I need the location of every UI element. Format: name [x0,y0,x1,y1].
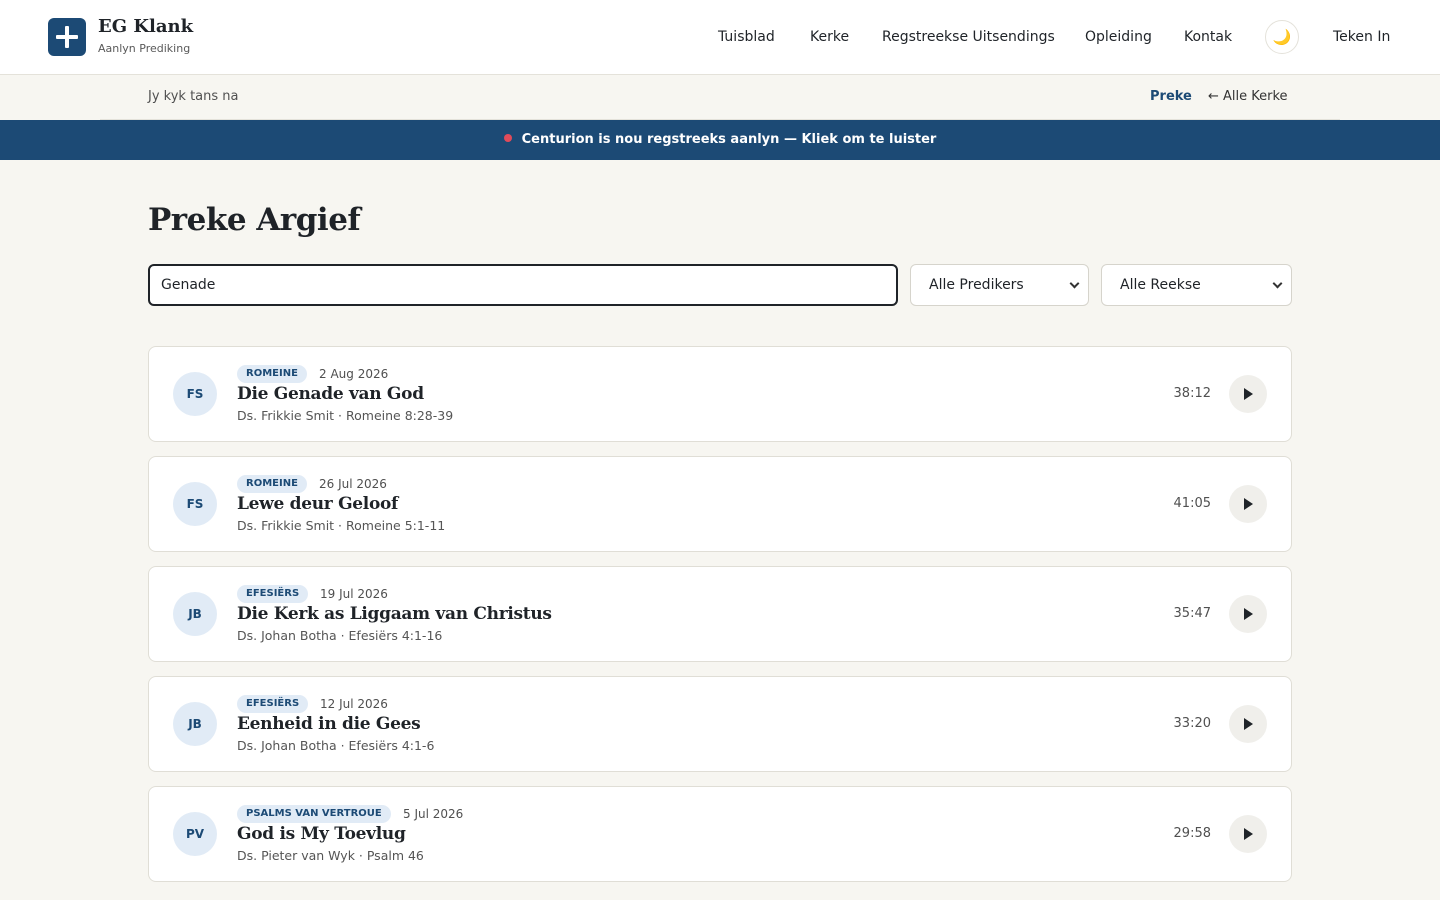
sermon-date: 19 Jul 2026 [320,587,388,601]
live-dot-icon [503,134,512,142]
brand-name[interactable]: EG Klank [98,16,193,37]
preacher-avatar: FS [173,482,217,526]
sermon-duration: 41:05 [1173,496,1211,511]
site-header: EG Klank Aanlyn Prediking Tuisblad Kerke… [0,0,1440,75]
play-icon[interactable] [1229,705,1267,743]
play-icon[interactable] [1229,815,1267,853]
sermon-title[interactable]: Die Genade van God [237,384,424,404]
sermon-date: 12 Jul 2026 [320,697,388,711]
sermon-title[interactable]: Die Kerk as Liggaam van Christus [237,604,552,624]
sermon-meta: Ds. Frikkie Smit · Romeine 5:1-11 [237,518,446,533]
sermon-title[interactable]: Eenheid in die Gees [237,714,421,734]
preacher-avatar: PV [173,812,217,856]
chevron-down-icon [1069,278,1080,289]
sermon-date: 2 Aug 2026 [319,367,389,381]
preacher-select[interactable]: Alle Predikers [910,264,1089,306]
sermon-meta: Ds. Johan Botha · Efesiërs 4:1-16 [237,628,443,643]
preacher-avatar: FS [173,372,217,416]
context-label: Jy kyk tans na [148,89,239,104]
sermon-meta: Ds. Frikkie Smit · Romeine 8:28-39 [237,408,454,423]
nav-regstreekse-uitsendings[interactable]: Regstreekse Uitsendings [882,29,1055,45]
nav-kontak[interactable]: Kontak [1184,29,1232,45]
search-input[interactable] [148,264,898,306]
play-icon[interactable] [1229,375,1267,413]
series-select-value: Alle Reekse [1120,277,1201,293]
play-icon[interactable] [1229,595,1267,633]
sermon-title[interactable]: God is My Toevlug [237,824,406,844]
brand-subtitle: Aanlyn Prediking [98,42,191,55]
sermon-title[interactable]: Lewe deur Geloof [237,494,398,514]
context-active-preke[interactable]: Preke [1150,89,1192,104]
sermon-meta: Ds. Johan Botha · Efesiërs 4:1-6 [237,738,435,753]
sermon-date: 5 Jul 2026 [403,807,464,821]
sermon-card[interactable]: FS ROMEINE 26 Jul 2026 Lewe deur Geloof … [148,456,1292,552]
sermon-duration: 38:12 [1173,386,1211,401]
preacher-avatar: JB [173,592,217,636]
nav-kerke[interactable]: Kerke [810,29,849,45]
back-all-churches-link[interactable]: ← Alle Kerke [1208,89,1288,104]
series-badge: EFESIËRS [237,585,309,603]
context-bar: Jy kyk tans na Preke ← Alle Kerke [100,75,1340,120]
sermon-meta: Ds. Pieter van Wyk · Psalm 46 [237,848,424,863]
series-badge: PSALMS VAN VERTROUE [237,805,391,823]
sermon-date: 26 Jul 2026 [319,477,387,491]
sign-in-link[interactable]: Teken In [1333,29,1390,45]
series-badge: ROMEINE [237,475,307,493]
series-badge: EFESIËRS [237,695,309,713]
nav-tuisblad[interactable]: Tuisblad [718,29,775,45]
live-banner-text: Centurion is nou regstreeks aanlyn — Kli… [521,132,937,147]
nav-opleiding[interactable]: Opleiding [1085,29,1152,45]
chevron-down-icon [1272,278,1283,289]
sermon-card[interactable]: JB EFESIËRS 12 Jul 2026 Eenheid in die G… [148,676,1292,772]
sermon-card[interactable]: FS ROMEINE 2 Aug 2026 Die Genade van God… [148,346,1292,442]
series-badge: ROMEINE [237,365,307,383]
series-select[interactable]: Alle Reekse [1101,264,1292,306]
preacher-select-value: Alle Predikers [929,277,1024,293]
sermon-duration: 33:20 [1173,716,1211,731]
theme-toggle-moon-icon[interactable]: 🌙 [1265,20,1299,54]
page-title: Preke Argief [148,202,361,238]
live-banner[interactable]: Centurion is nou regstreeks aanlyn — Kli… [0,120,1440,160]
cross-logo-icon[interactable] [48,18,86,56]
sermon-duration: 35:47 [1173,606,1211,621]
play-icon[interactable] [1229,485,1267,523]
sermon-duration: 29:58 [1173,826,1211,841]
sermon-card[interactable]: JB EFESIËRS 19 Jul 2026 Die Kerk as Ligg… [148,566,1292,662]
preacher-avatar: JB [173,702,217,746]
sermon-card[interactable]: PV PSALMS VAN VERTROUE 5 Jul 2026 God is… [148,786,1292,882]
